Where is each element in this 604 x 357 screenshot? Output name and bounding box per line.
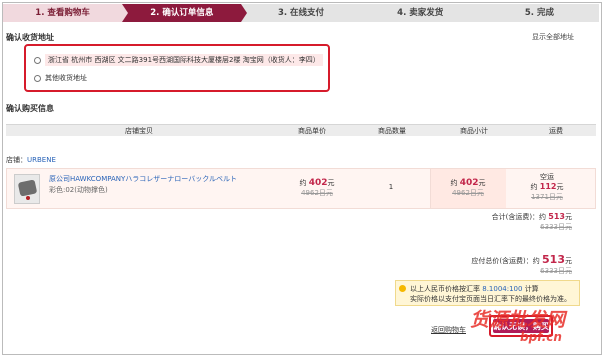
header-item: 店铺宝贝 [125, 127, 153, 135]
price-unit: 元 [478, 179, 486, 187]
item-subtotal: 约 402元 4962日元 [430, 178, 506, 198]
price-prefix: 约 [530, 183, 538, 191]
address-box: 浙江省 杭州市 西湖区 文二路391号西湖国际科技大厦楼层2楼 淘宝网（收货人：… [24, 44, 330, 92]
note-line-1: 以上人民币价格按汇率 8.1004:100 计算 [410, 284, 575, 294]
header-subtotal: 商品小计 [460, 127, 488, 135]
subtotal-label: 合计(含运费)：约 [491, 213, 547, 221]
site-watermark-domain: bpf.cn [520, 330, 562, 344]
address-option-selected[interactable]: 浙江省 杭州市 西湖区 文二路391号西湖国际科技大厦楼层2楼 淘宝网（收货人：… [34, 54, 323, 66]
order-table-header: 店铺宝贝 商品单价 商品数量 商品小计 运费 [6, 124, 596, 136]
order-section-title: 确认购买信息 [6, 104, 54, 113]
header-quantity: 商品数量 [378, 127, 406, 135]
price-value: 112 [539, 182, 557, 191]
order-total: 应付总价(含运费)：约 513元 6333日元 [471, 253, 572, 276]
product-thumbnail[interactable] [14, 174, 40, 204]
total-unit: 元 [565, 257, 572, 265]
price-prefix: 约 [450, 179, 458, 187]
step-label: 5. 完成 [524, 8, 554, 18]
order-subtotal: 合计(含运费)：约 513元 6333日元 [492, 212, 572, 232]
step-online-payment: 3. 在线支付 [241, 4, 367, 22]
exchange-rate: 8.1004:100 [482, 285, 523, 293]
note-line-2: 实际价格以支付宝页面当日汇率下的最终价格为准。 [410, 295, 571, 303]
shop-label: 店铺： [6, 156, 27, 164]
header-unit-price: 商品单价 [298, 127, 326, 135]
quantity: 1 [388, 183, 394, 191]
header-shipping: 运费 [549, 127, 563, 135]
total-label: 应付总价(含运费)：约 [471, 257, 540, 265]
shop-info: 店铺：URBENE [6, 155, 56, 165]
address-radio[interactable] [34, 74, 41, 82]
shipping-method: 空运 [540, 173, 554, 181]
price-original: 4962日元 [301, 189, 333, 197]
exchange-rate-note: 以上人民币价格按汇率 8.1004:100 计算 实际价格以支付宝页面当日汇率下… [395, 280, 580, 306]
unit-price: 约 402元 4962日元 [279, 178, 355, 198]
address-section-title: 确认收货地址 [6, 33, 54, 42]
product-color: 彩色:02(动物撑色) [49, 186, 108, 194]
step-label: 3. 在线支付 [277, 8, 325, 18]
price-original: 4962日元 [452, 189, 484, 197]
step-label: 4. 卖家发货 [397, 8, 444, 18]
note-text: 计算 [524, 285, 539, 293]
order-item-row: 原公司HAWKCOMPANYハラコレザーナローバックルベルト 彩色:02(动物撑… [6, 168, 596, 209]
address-text: 浙江省 杭州市 西湖区 文二路391号西湖国际科技大厦楼层2楼 淘宝网（收货人：… [45, 54, 323, 66]
site-watermark: 货源批发网 [470, 309, 566, 331]
address-radio[interactable] [34, 56, 41, 64]
price-value: 402 [308, 178, 328, 188]
step-view-cart: 1. 查看购物车 [3, 4, 129, 22]
step-label: 2. 确认订单信息 [150, 8, 214, 18]
address-text: 其他收货地址 [45, 74, 87, 82]
step-complete: 5. 完成 [479, 4, 600, 22]
back-to-cart-link[interactable]: 返回购物车 [431, 325, 466, 335]
address-option-other[interactable]: 其他收货地址 [34, 73, 87, 83]
lightbulb-icon [399, 285, 406, 292]
shop-name-link[interactable]: URBENE [27, 156, 56, 164]
shipping-fee: 空运 约 112元 1371日元 [509, 172, 585, 202]
price-unit: 元 [327, 179, 335, 187]
step-confirm-order: 2. 确认订单信息 [122, 4, 248, 22]
product-title-link[interactable]: 原公司HAWKCOMPANYハラコレザーナローバックルベルト [49, 174, 237, 184]
checkout-steps: 1. 查看购物车 2. 确认订单信息 3. 在线支付 4. 卖家发货 5. 完成 [3, 4, 600, 22]
note-text: 以上人民币价格按汇率 [410, 285, 480, 293]
subtotal-original: 6333日元 [540, 223, 572, 231]
price-original: 1371日元 [531, 193, 563, 201]
total-value: 513 [542, 253, 565, 266]
total-original: 6333日元 [540, 267, 572, 275]
step-seller-shipping: 4. 卖家发货 [360, 4, 486, 22]
price-value: 402 [459, 178, 479, 188]
subtotal-unit: 元 [565, 213, 572, 221]
price-unit: 元 [556, 183, 564, 191]
step-label: 1. 查看购物车 [35, 8, 90, 18]
subtotal-value: 513 [548, 212, 565, 221]
price-prefix: 约 [299, 179, 307, 187]
show-all-addresses-link[interactable]: 显示全部地址 [532, 32, 574, 42]
